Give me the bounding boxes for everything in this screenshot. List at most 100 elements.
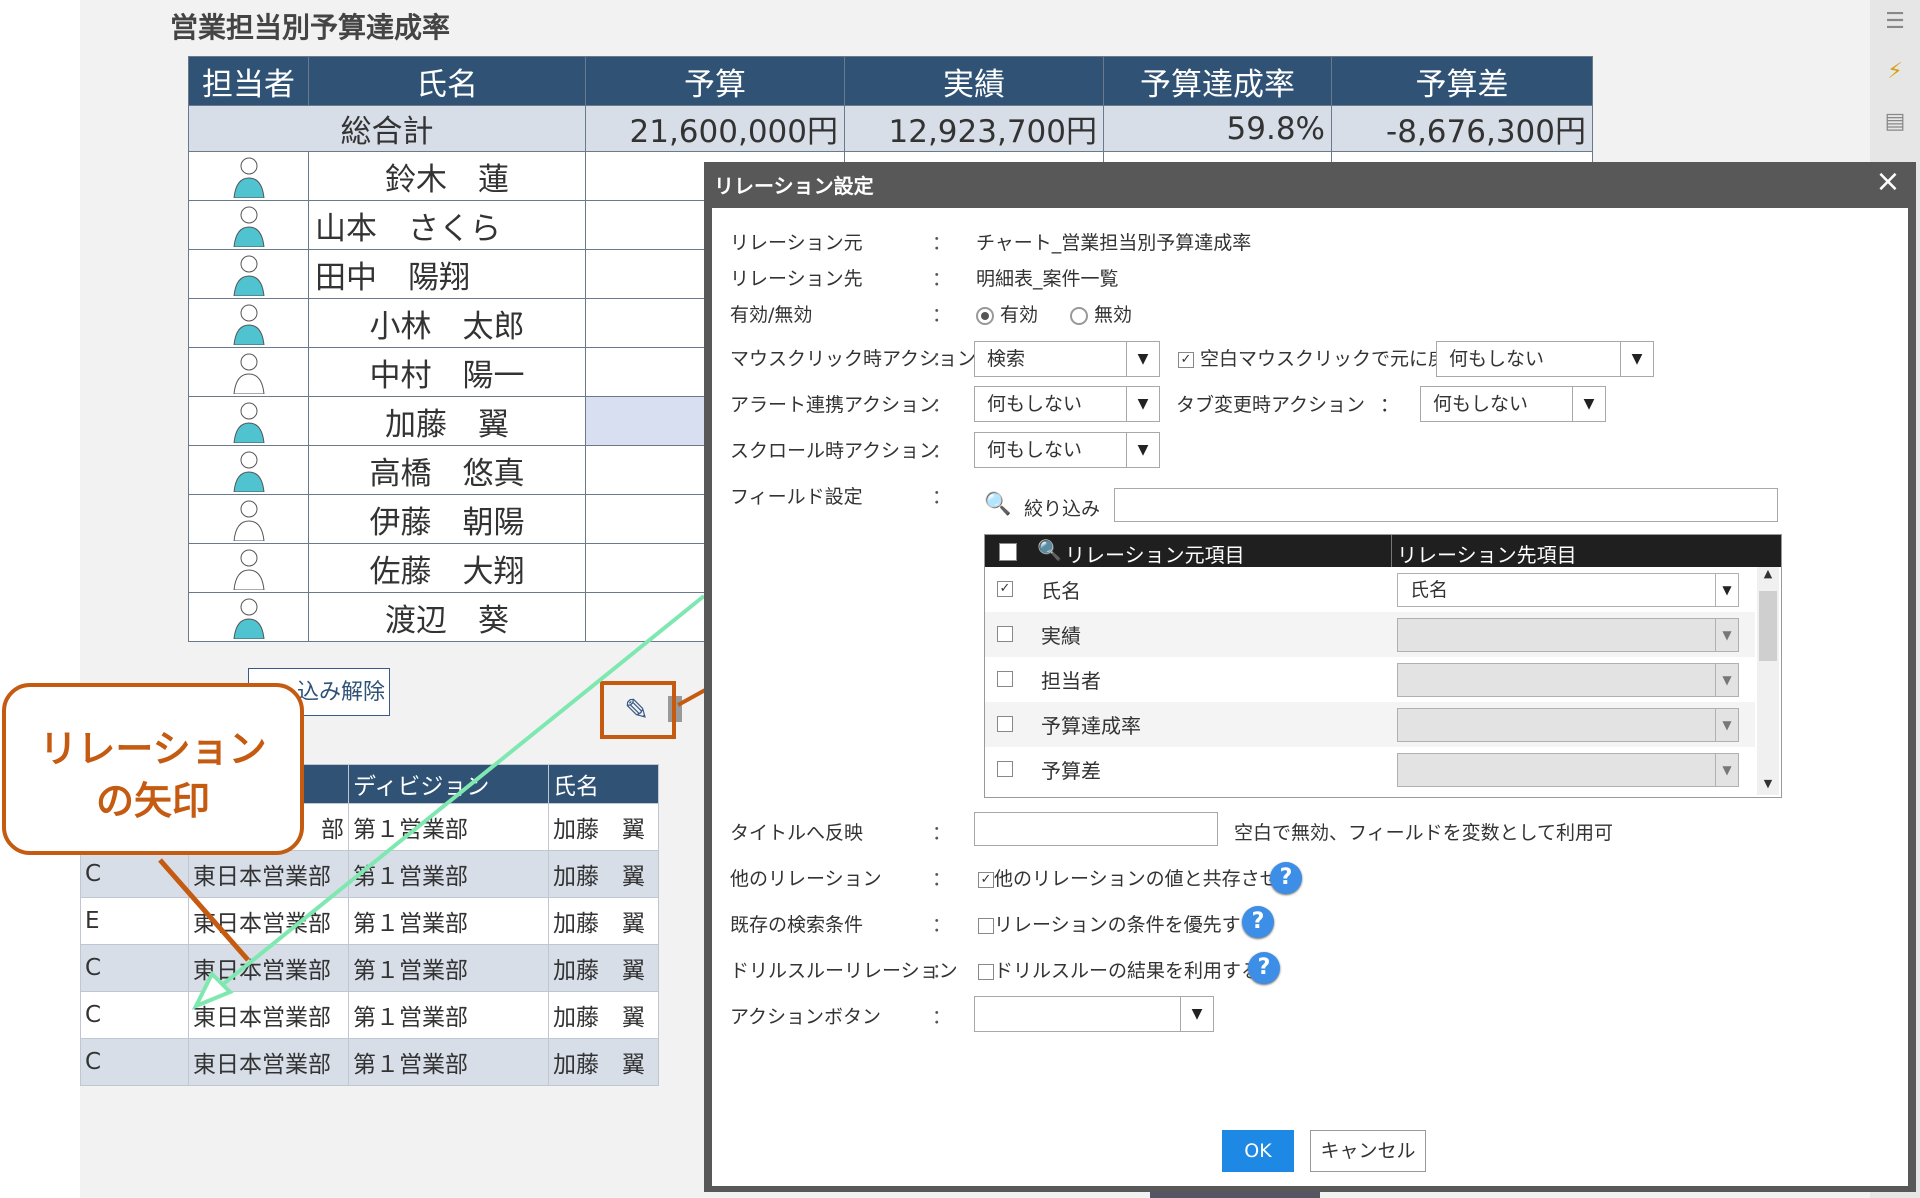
- blank-click-label: 空白マウスクリックで元に戻す: [1200, 348, 1467, 370]
- grid-row[interactable]: 予算差 ▼: [985, 747, 1755, 792]
- colon: ：: [1380, 394, 1400, 416]
- colon: ：: [932, 486, 952, 508]
- colon: ：: [932, 440, 952, 462]
- title-reflect-input[interactable]: [974, 812, 1218, 846]
- scroll-action-value: 何もしない: [987, 439, 1083, 461]
- row-checkbox[interactable]: [997, 761, 1013, 777]
- target-value: 明細表_案件一覧: [976, 268, 1119, 290]
- click-action-value: 検索: [987, 348, 1026, 370]
- action-button-select[interactable]: ▼: [974, 996, 1214, 1032]
- label-title-reflect: タイトルへ反映: [730, 822, 864, 844]
- label-drill-through: ドリルスルーリレーション: [730, 960, 958, 982]
- grid-col-source[interactable]: リレーション元項目: [1065, 539, 1245, 568]
- checkbox-icon[interactable]: [978, 917, 994, 934]
- checkbox-checked-icon[interactable]: ✓: [1178, 351, 1194, 368]
- grid-source: 予算達成率: [1041, 714, 1141, 738]
- cancel-button[interactable]: キャンセル: [1310, 1130, 1426, 1172]
- chevron-down-icon[interactable]: ▼: [1620, 342, 1653, 376]
- chevron-down-icon[interactable]: ▼: [1715, 574, 1738, 606]
- alert-action-select[interactable]: 何もしない ▼: [974, 386, 1160, 422]
- chevron-down-icon[interactable]: ▼: [1715, 619, 1738, 651]
- radio-enabled-label: 有効: [1000, 304, 1039, 326]
- colon: ：: [932, 960, 952, 982]
- radio-off-icon[interactable]: [1070, 306, 1088, 325]
- click-action-select[interactable]: 検索 ▼: [974, 341, 1160, 377]
- checkbox-checked-icon[interactable]: ✓: [978, 871, 994, 888]
- chevron-down-icon[interactable]: ▼: [1180, 997, 1213, 1031]
- label-target: リレーション先: [730, 268, 863, 290]
- label-action-button: アクションボタン: [730, 1006, 882, 1028]
- other-relation-checkbox[interactable]: ✓ 他のリレーションの値と共存させる: [978, 864, 1298, 891]
- grid-col-target[interactable]: リレーション先項目: [1397, 539, 1577, 568]
- existing-search-checkbox[interactable]: リレーションの条件を優先する: [978, 910, 1260, 937]
- grid-row[interactable]: 実績 ▼: [985, 612, 1755, 657]
- scroll-thumb[interactable]: [1759, 591, 1777, 661]
- grid-target-select[interactable]: ▼: [1397, 618, 1739, 652]
- grid-source: 担当者: [1041, 669, 1101, 693]
- grid-row[interactable]: 予算達成率 ▼: [985, 702, 1755, 747]
- help-icon[interactable]: ?: [1242, 906, 1274, 938]
- help-icon[interactable]: ?: [1248, 952, 1280, 984]
- title-reflect-hint: 空白で無効、フィールドを変数として利用可: [1234, 822, 1614, 844]
- scroll-down-icon[interactable]: ▼: [1757, 777, 1779, 790]
- label-tab-change: タブ変更時アクション: [1176, 394, 1366, 416]
- label-field-settings: フィールド設定: [730, 486, 863, 508]
- alert-action-value: 何もしない: [987, 393, 1083, 415]
- label-alert-action: アラート連携アクション: [730, 394, 939, 416]
- colon: ：: [932, 232, 952, 254]
- blank-click-checkbox[interactable]: ✓ 空白マウスクリックで元に戻す: [1178, 344, 1466, 371]
- scroll-action-select[interactable]: 何もしない ▼: [974, 432, 1160, 468]
- help-icon[interactable]: ?: [1270, 862, 1302, 894]
- select-all-checkbox[interactable]: [999, 543, 1017, 561]
- colon: ：: [932, 822, 952, 844]
- radio-disabled[interactable]: 無効: [1070, 300, 1132, 327]
- label-other-relation: 他のリレーション: [730, 868, 882, 890]
- row-checkbox[interactable]: [997, 626, 1013, 642]
- col-divider: [1391, 535, 1392, 567]
- colon: ：: [932, 394, 952, 416]
- chevron-down-icon[interactable]: ▼: [1126, 433, 1159, 467]
- grid-source: 予算差: [1041, 759, 1101, 783]
- callout-box: リレーション の矢印: [2, 683, 304, 855]
- chevron-down-icon[interactable]: ▼: [1126, 342, 1159, 376]
- radio-disabled-label: 無効: [1094, 304, 1133, 326]
- checkbox-icon[interactable]: [978, 963, 994, 980]
- grid-scrollbar[interactable]: ▲ ▼: [1757, 567, 1779, 795]
- callout-pointer: [158, 858, 250, 962]
- chevron-down-icon[interactable]: ▼: [1715, 709, 1738, 741]
- radio-on-icon[interactable]: [976, 306, 994, 325]
- grid-target-select[interactable]: ▼: [1397, 753, 1739, 787]
- drill-through-checkbox[interactable]: ドリルスルーの結果を利用する: [978, 956, 1260, 983]
- drill-through-label: ドリルスルーの結果を利用する: [994, 960, 1261, 982]
- close-icon[interactable]: ×: [1870, 164, 1906, 199]
- filter-input[interactable]: [1114, 488, 1778, 522]
- grid-target-select[interactable]: ▼: [1397, 708, 1739, 742]
- blank-click-select[interactable]: 何もしない ▼: [1436, 341, 1654, 377]
- relation-arrowhead: [191, 970, 234, 1010]
- source-value: チャート_営業担当別予算達成率: [976, 232, 1252, 254]
- other-relation-label: 他のリレーションの値と共存させる: [994, 868, 1298, 890]
- chevron-down-icon[interactable]: ▼: [1715, 664, 1738, 696]
- grid-row[interactable]: ✓ 氏名 氏名 ▼: [985, 567, 1755, 612]
- colon: ：: [932, 304, 952, 326]
- chevron-down-icon[interactable]: ▼: [1126, 387, 1159, 421]
- search-icon: 🔍: [984, 492, 1012, 517]
- label-existing-search: 既存の検索条件: [730, 914, 864, 936]
- radio-enabled[interactable]: 有効: [976, 300, 1038, 327]
- row-checkbox[interactable]: [997, 671, 1013, 687]
- colon: ：: [932, 348, 952, 370]
- chevron-down-icon[interactable]: ▼: [1715, 754, 1738, 786]
- row-checkbox-checked[interactable]: ✓: [997, 581, 1013, 597]
- callout-line2: の矢印: [95, 779, 210, 823]
- colon: ：: [932, 268, 952, 290]
- grid-target-value: 氏名: [1410, 579, 1449, 601]
- tab-change-select[interactable]: 何もしない ▼: [1420, 386, 1606, 422]
- grid-target-select[interactable]: 氏名 ▼: [1397, 573, 1739, 607]
- grid-row[interactable]: 担当者 ▼: [985, 657, 1755, 702]
- colon: ：: [932, 914, 952, 936]
- row-checkbox[interactable]: [997, 716, 1013, 732]
- scroll-up-icon[interactable]: ▲: [1757, 567, 1779, 580]
- chevron-down-icon[interactable]: ▼: [1572, 387, 1605, 421]
- grid-target-select[interactable]: ▼: [1397, 663, 1739, 697]
- ok-button[interactable]: OK: [1222, 1130, 1294, 1172]
